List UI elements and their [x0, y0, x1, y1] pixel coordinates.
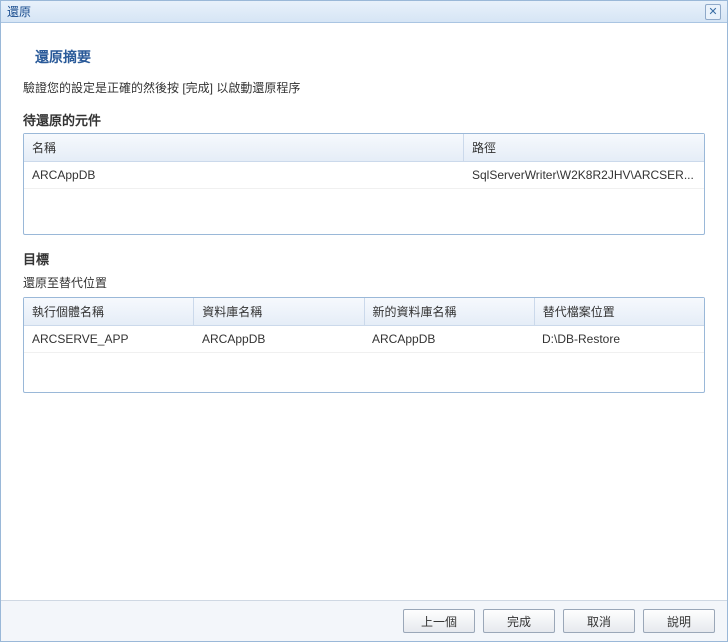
destination-table: 執行個體名稱 資料庫名稱 新的資料庫名稱 替代檔案位置 ARCSERVE_APP… — [23, 297, 705, 393]
col-dbname[interactable]: 資料庫名稱 — [194, 298, 364, 325]
col-name[interactable]: 名稱 — [24, 134, 464, 161]
titlebar: 還原 ✕ — [1, 1, 727, 23]
components-heading: 待還原的元件 — [23, 110, 705, 129]
col-newdbname[interactable]: 新的資料庫名稱 — [365, 298, 535, 325]
cell-name: ARCAppDB — [24, 162, 464, 188]
help-button[interactable]: 說明 — [643, 609, 715, 633]
destination-heading: 目標 — [23, 249, 705, 268]
components-table: 名稱 路徑 ARCAppDB SqlServerWriter\W2K8R2JHV… — [23, 133, 705, 235]
restore-wizard-window: 還原 ✕ 還原摘要 驗證您的設定是正確的然後按 [完成] 以啟動還原程序 待還原… — [0, 0, 728, 642]
cell-instance: ARCSERVE_APP — [24, 326, 194, 352]
summary-heading: 還原摘要 — [35, 47, 705, 67]
col-instance[interactable]: 執行個體名稱 — [24, 298, 194, 325]
cell-dbname: ARCAppDB — [194, 326, 364, 352]
col-altpath[interactable]: 替代檔案位置 — [535, 298, 704, 325]
col-path[interactable]: 路徑 — [464, 134, 704, 161]
components-table-header: 名稱 路徑 — [24, 134, 704, 162]
destination-table-body: ARCSERVE_APP ARCAppDB ARCAppDB D:\DB-Res… — [24, 326, 704, 392]
summary-description: 驗證您的設定是正確的然後按 [完成] 以啟動還原程序 — [23, 79, 705, 96]
cell-altpath: D:\DB-Restore — [534, 326, 704, 352]
table-row[interactable]: ARCSERVE_APP ARCAppDB ARCAppDB D:\DB-Res… — [24, 326, 704, 353]
button-bar: 上一個 完成 取消 說明 — [1, 600, 727, 641]
components-table-body: ARCAppDB SqlServerWriter\W2K8R2JHV\ARCSE… — [24, 162, 704, 234]
finish-button[interactable]: 完成 — [483, 609, 555, 633]
cancel-button[interactable]: 取消 — [563, 609, 635, 633]
content-area: 還原摘要 驗證您的設定是正確的然後按 [完成] 以啟動還原程序 待還原的元件 名… — [1, 23, 727, 600]
close-icon[interactable]: ✕ — [705, 4, 721, 20]
cell-path: SqlServerWriter\W2K8R2JHV\ARCSER... — [464, 162, 704, 188]
destination-table-header: 執行個體名稱 資料庫名稱 新的資料庫名稱 替代檔案位置 — [24, 298, 704, 326]
destination-subtext: 還原至替代位置 — [23, 274, 705, 291]
window-title: 還原 — [7, 3, 705, 20]
table-row[interactable]: ARCAppDB SqlServerWriter\W2K8R2JHV\ARCSE… — [24, 162, 704, 189]
cell-newdbname: ARCAppDB — [364, 326, 534, 352]
back-button[interactable]: 上一個 — [403, 609, 475, 633]
